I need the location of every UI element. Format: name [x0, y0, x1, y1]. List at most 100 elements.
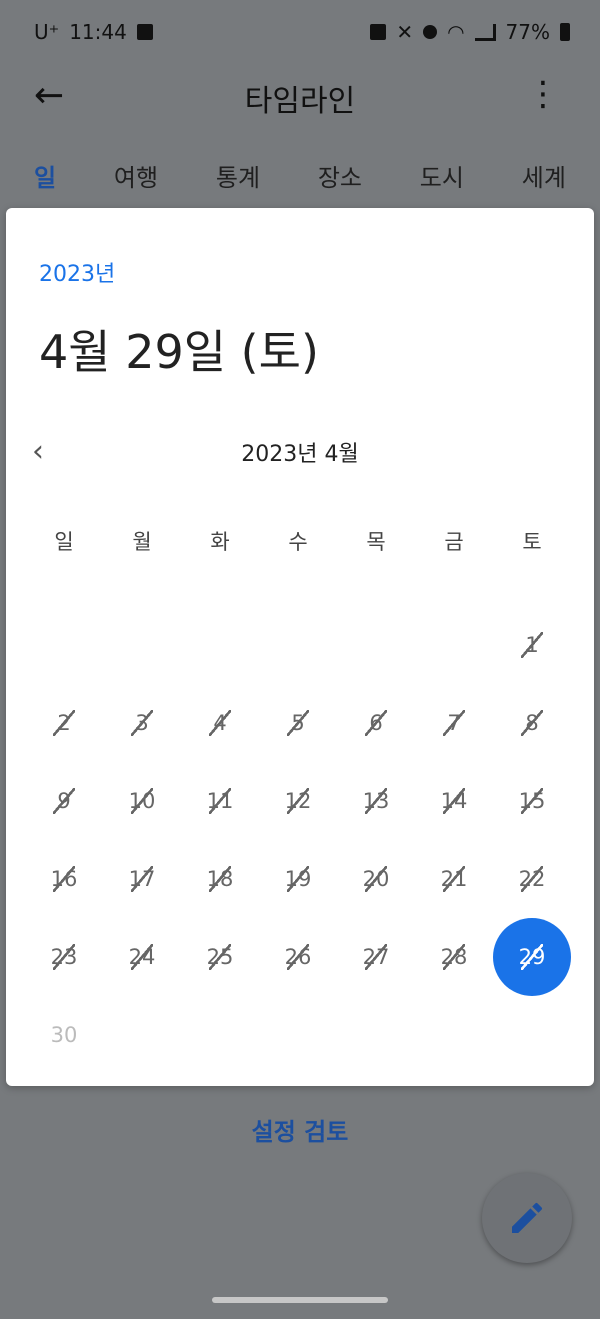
calendar-day-number: 27	[362, 945, 390, 969]
calendar-empty-cell	[25, 606, 103, 684]
calendar-day[interactable]: 23	[25, 918, 103, 996]
tab-day[interactable]: 일	[34, 158, 56, 206]
mute-icon: ✕	[396, 20, 414, 44]
calendar-day-number: 1	[525, 633, 539, 657]
carrier-label: U⁺	[34, 20, 60, 44]
calendar-day-number: 22	[518, 867, 546, 891]
calendar-day[interactable]: 4	[181, 684, 259, 762]
calendar-empty-cell	[181, 606, 259, 684]
calendar-day-number: 19	[284, 867, 312, 891]
battery-saver-icon	[370, 24, 387, 40]
calendar-week: 23 24 25 26 27 28 29	[25, 918, 571, 996]
calendar-week: 2 3 4 5 6 7 8	[25, 684, 571, 762]
calendar-day[interactable]: 21	[415, 840, 493, 918]
calendar-day-number: 17	[128, 867, 156, 891]
calendar-day[interactable]: 13	[337, 762, 415, 840]
review-settings-button[interactable]: 설정 검토	[0, 1112, 600, 1147]
calendar-day[interactable]: 26	[259, 918, 337, 996]
calendar-empty-cell	[181, 996, 259, 1074]
calendar-day[interactable]: 20	[337, 840, 415, 918]
calendar-empty-cell	[493, 996, 571, 1074]
tab-places[interactable]: 장소	[318, 158, 362, 206]
year-selector[interactable]: 2023년	[39, 256, 115, 288]
calendar-day-number: 20	[362, 867, 390, 891]
app-bar: ← 타임라인 ⋮	[0, 66, 600, 146]
image-notification-icon	[136, 24, 153, 40]
calendar-day-number: 28	[440, 945, 468, 969]
tab-stats[interactable]: 통계	[216, 158, 260, 206]
calendar-day-number: 7	[447, 711, 461, 735]
calendar-day[interactable]: 1	[493, 606, 571, 684]
calendar-day: 30	[25, 996, 103, 1074]
selection-circle	[493, 918, 571, 996]
calendar-empty-cell	[337, 606, 415, 684]
more-vert-icon[interactable]: ⋮	[526, 74, 560, 114]
calendar-day[interactable]: 17	[103, 840, 181, 918]
home-indicator[interactable]	[212, 1297, 388, 1303]
calendar-day[interactable]: 25	[181, 918, 259, 996]
calendar-day-number: 5	[291, 711, 305, 735]
calendar-day-number: 8	[525, 711, 539, 735]
battery-level: 77%	[505, 20, 550, 44]
calendar-empty-cell	[259, 996, 337, 1074]
tab-world[interactable]: 세계	[522, 158, 566, 206]
calendar-empty-cell	[337, 996, 415, 1074]
calendar-day-number: 4	[213, 711, 227, 735]
calendar-day[interactable]: 5	[259, 684, 337, 762]
edit-fab[interactable]	[482, 1173, 572, 1263]
wifi-icon: ◠	[447, 20, 465, 44]
calendar-day-number: 13	[362, 789, 390, 813]
calendar-day-number: 11	[206, 789, 234, 813]
clock: 11:44	[69, 20, 127, 44]
calendar-day-number: 12	[284, 789, 312, 813]
calendar-day[interactable]: 6	[337, 684, 415, 762]
calendar-week: 16 17 18 19 20 21 22	[25, 840, 571, 918]
calendar-week: 1	[25, 606, 571, 684]
calendar-day[interactable]: 16	[25, 840, 103, 918]
calendar-day[interactable]: 14	[415, 762, 493, 840]
calendar-day-selected[interactable]: 29	[493, 918, 571, 996]
calendar-week: 30	[25, 996, 571, 1074]
weekday-label: 목	[366, 530, 386, 554]
calendar-day[interactable]: 2	[25, 684, 103, 762]
calendar-day[interactable]: 9	[25, 762, 103, 840]
calendar-day-number: 26	[284, 945, 312, 969]
calendar-day[interactable]: 22	[493, 840, 571, 918]
weekday-label: 토	[522, 530, 542, 554]
calendar-day[interactable]: 8	[493, 684, 571, 762]
calendar-day-number: 15	[518, 789, 546, 813]
pencil-icon	[512, 1202, 543, 1233]
calendar-day[interactable]: 11	[181, 762, 259, 840]
location-icon	[423, 25, 438, 39]
calendar-day-number: 16	[50, 867, 78, 891]
calendar-empty-cell	[103, 606, 181, 684]
calendar-day-number: 9	[57, 789, 71, 813]
tab-cities[interactable]: 도시	[420, 158, 464, 206]
date-picker-dialog: 2023년 4월 29일 (토) ‹ 2023년 4월 일 월 화 수 목 금 …	[6, 208, 594, 1086]
weekday-label: 화	[210, 530, 230, 554]
calendar-day[interactable]: 3	[103, 684, 181, 762]
calendar-day-number: 10	[128, 789, 156, 813]
calendar-empty-cell	[415, 606, 493, 684]
calendar-day[interactable]: 18	[181, 840, 259, 918]
calendar-day[interactable]: 24	[103, 918, 181, 996]
weekday-label: 월	[132, 530, 152, 554]
signal-icon	[474, 23, 496, 41]
weekday-header: 일 월 화 수 목 금 토	[25, 526, 571, 606]
tab-trips[interactable]: 여행	[114, 158, 158, 206]
weekday-label: 금	[444, 530, 464, 554]
calendar-day[interactable]: 7	[415, 684, 493, 762]
calendar-day[interactable]: 28	[415, 918, 493, 996]
calendar-day[interactable]: 19	[259, 840, 337, 918]
calendar-empty-cell	[415, 996, 493, 1074]
weekday-label: 수	[288, 530, 308, 554]
calendar-day-number: 24	[128, 945, 156, 969]
calendar-day[interactable]: 12	[259, 762, 337, 840]
calendar-day-number: 14	[440, 789, 468, 813]
calendar-day[interactable]: 10	[103, 762, 181, 840]
battery-icon	[560, 23, 570, 41]
calendar-week: 9 10 11 12 13 14 15	[25, 762, 571, 840]
calendar-day[interactable]: 27	[337, 918, 415, 996]
calendar-day-number: 2	[57, 711, 71, 735]
calendar-day[interactable]: 15	[493, 762, 571, 840]
